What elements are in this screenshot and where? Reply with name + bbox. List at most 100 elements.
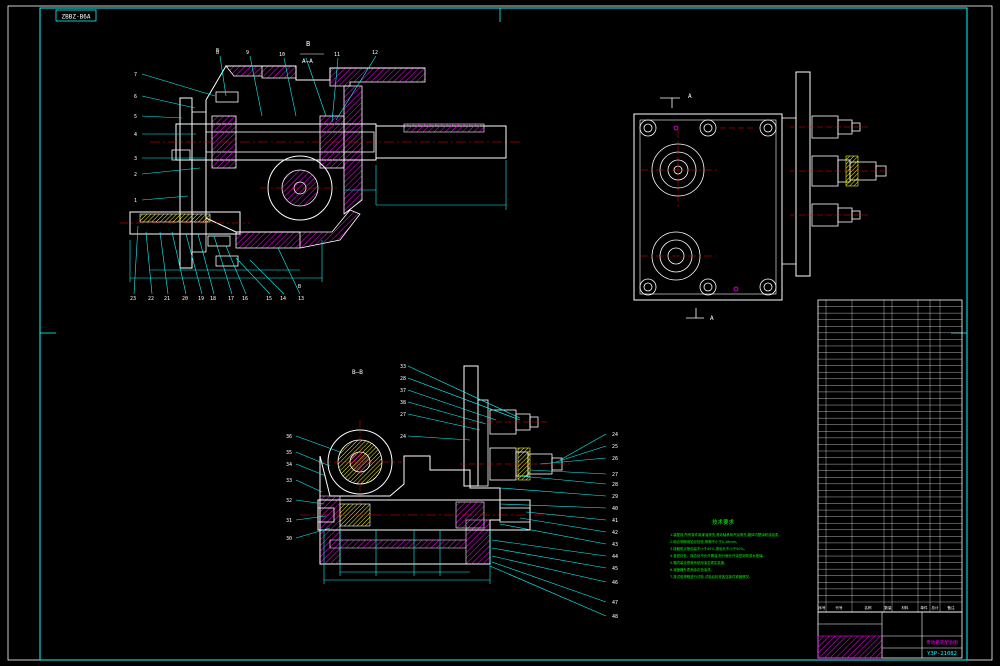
view-arrow-a-bottom: A <box>686 308 714 322</box>
balloon-br-43: 43 <box>612 542 618 548</box>
balloon-br-45: 45 <box>612 566 618 572</box>
housing-outline <box>205 65 425 233</box>
balloon-br-48: 48 <box>612 614 618 620</box>
bom-grid <box>818 300 962 612</box>
balloon-4: 4 <box>134 132 137 138</box>
notes-heading: 技术要求 <box>712 518 735 526</box>
balloon-13: 13 <box>298 296 304 302</box>
notes-line-3: 3.接触斑点按齿高不小于40%,按齿长不小于50%。 <box>670 546 747 551</box>
notes-line-6: 6.减速器外表面涂灰色油漆。 <box>670 567 714 572</box>
balloon-br-26: 26 <box>612 456 618 462</box>
balloon-7: 7 <box>134 72 137 78</box>
balloon-br-47: 47 <box>612 600 618 606</box>
bom-header: 序号 代号 名称 数量 材料 单件 总计 备注 <box>818 605 955 610</box>
balloon-bt-24: 24 <box>400 434 406 440</box>
doc-code-label: ZBBZ-B6A <box>62 14 91 21</box>
balloon-bt-28: 28 <box>400 376 406 382</box>
drawing-canvas: ZBBZ-B6A 7 6 5 4 3 2 1 8 9 10 11 12 23 2… <box>7 5 993 661</box>
balloon-b-30: 30 <box>286 536 292 542</box>
balloon-br-44: 44 <box>612 554 618 560</box>
balloon-2: 2 <box>134 172 137 178</box>
balloon-12: 12 <box>372 50 378 56</box>
balloon-3: 3 <box>134 156 137 162</box>
balloons-top-top: 8 9 10 11 12 <box>216 50 378 58</box>
balloon-br-42: 42 <box>612 530 618 536</box>
section-cut-b-top: B <box>306 40 310 48</box>
balloon-18: 18 <box>210 296 216 302</box>
arrow-label-a-bottom: A <box>710 315 714 322</box>
balloon-br-27: 27 <box>612 472 618 478</box>
extension-shaft-break <box>403 123 485 133</box>
balloon-22: 22 <box>148 296 154 302</box>
lower-shaft-hub <box>139 213 211 223</box>
flange-plate-inner <box>191 111 207 253</box>
bottom-section-view: B—B 36 35 34 33 32 31 30 33 28 37 38 27 … <box>286 364 618 620</box>
balloon-1: 1 <box>134 198 137 204</box>
housing-right-wall <box>343 85 363 215</box>
arrow-label-a-top: A <box>688 93 692 100</box>
balloon-9: 9 <box>246 50 249 56</box>
balloon-br-29: 29 <box>612 494 618 500</box>
cad-drawing-sheet: { "sheet": { "doc_code": "ZBBZ-B6A", "dr… <box>0 0 1000 666</box>
balloon-b-36: 36 <box>286 434 292 440</box>
balloon-bt-33: 33 <box>400 364 406 370</box>
notes-line-5: 5.箱内装全损耗系统用油至规定高度。 <box>670 560 727 565</box>
balloon-20: 20 <box>182 296 188 302</box>
section-label-aa: A—A <box>302 58 313 65</box>
top-section-view: 7 6 5 4 3 2 1 8 9 10 11 12 23 22 21 20 1… <box>120 40 520 302</box>
balloon-bt-27: 27 <box>400 412 406 418</box>
side-vertical-plate <box>795 71 811 277</box>
balloon-10: 10 <box>279 52 285 58</box>
notes-line-4: 4.各密封处、接合处不允许漏油,剖分面允许涂密封胶或水玻璃。 <box>670 553 766 558</box>
section-label-bb: B—B <box>352 369 363 376</box>
bom-header-cell: 单件 <box>920 605 928 610</box>
housing-lower-hatch <box>235 209 361 249</box>
balloon-14: 14 <box>280 296 286 302</box>
balloon-b-35: 35 <box>286 450 292 456</box>
balloon-bt-38: 38 <box>400 400 406 406</box>
side-view: A A <box>633 71 890 322</box>
bb-vertical-plate <box>463 365 479 487</box>
balloon-16: 16 <box>242 296 248 302</box>
balloons-bottom-top: 33 28 37 38 27 24 <box>400 364 406 440</box>
balloon-17: 17 <box>228 296 234 302</box>
view-arrow-a-top: A <box>660 93 692 108</box>
notes-line-1: 1.装配前,所有零件用煤油清洗,滚动轴承用汽油清洗,箱体内壁涂耐油油漆。 <box>670 532 782 537</box>
mounting-holes <box>639 119 777 296</box>
title-block-name: 传动箱装配总图 <box>926 639 958 646</box>
balloon-b-34: 34 <box>286 462 292 468</box>
balloon-br-41: 41 <box>612 518 618 524</box>
balloons-bottom-right: 24 25 26 27 28 29 40 41 42 43 44 45 46 4… <box>612 432 618 620</box>
title-block-drawing-number: Y3P-21082 <box>927 651 957 657</box>
balloon-bt-37: 37 <box>400 388 406 394</box>
notes-line-7: 7.按试验规程进行试验,试验后检查各连接件紧固情况。 <box>670 574 752 579</box>
balloon-15: 15 <box>266 296 272 302</box>
parts-list-table: 序号 代号 名称 数量 材料 单件 总计 备注 <box>817 299 963 613</box>
balloon-b-31: 31 <box>286 518 292 524</box>
side-plate <box>633 113 783 301</box>
balloon-23: 23 <box>130 296 136 302</box>
balloon-6: 6 <box>134 94 137 100</box>
housing-hatch <box>225 65 426 87</box>
technical-notes: 技术要求 1.装配前,所有零件用煤油清洗,滚动轴承用汽油清洗,箱体内壁涂耐油油漆… <box>670 518 782 579</box>
bom-header-cell: 序号 <box>818 605 826 610</box>
balloon-5: 5 <box>134 114 137 120</box>
bom-header-cell: 备注 <box>947 605 955 610</box>
bom-header-cell: 总计 <box>931 605 939 610</box>
balloon-11: 11 <box>334 52 340 58</box>
balloons-top-bottom: 23 22 21 20 19 18 17 16 15 14 13 <box>130 296 304 302</box>
top-b-mark-1: B <box>216 48 219 54</box>
bom-header-cell: 数量 <box>884 605 892 610</box>
balloon-br-40: 40 <box>612 506 618 512</box>
balloons-top-left: 7 6 5 4 3 2 1 <box>134 72 137 204</box>
bom-header-cell: 代号 <box>835 605 843 610</box>
balloon-br-25: 25 <box>612 444 618 450</box>
balloon-b-33: 33 <box>286 478 292 484</box>
balloon-19: 19 <box>198 296 204 302</box>
balloon-b-32: 32 <box>286 498 292 504</box>
notes-line-2: 2.啮合侧隙用铅丝检验,侧隙不小于0.16mm。 <box>670 539 739 544</box>
balloons-bottom-left: 36 35 34 33 32 31 30 <box>286 434 292 542</box>
dimension-lines-bottom <box>323 530 491 584</box>
balloon-br-24: 24 <box>612 432 618 438</box>
balloon-br-28: 28 <box>612 482 618 488</box>
